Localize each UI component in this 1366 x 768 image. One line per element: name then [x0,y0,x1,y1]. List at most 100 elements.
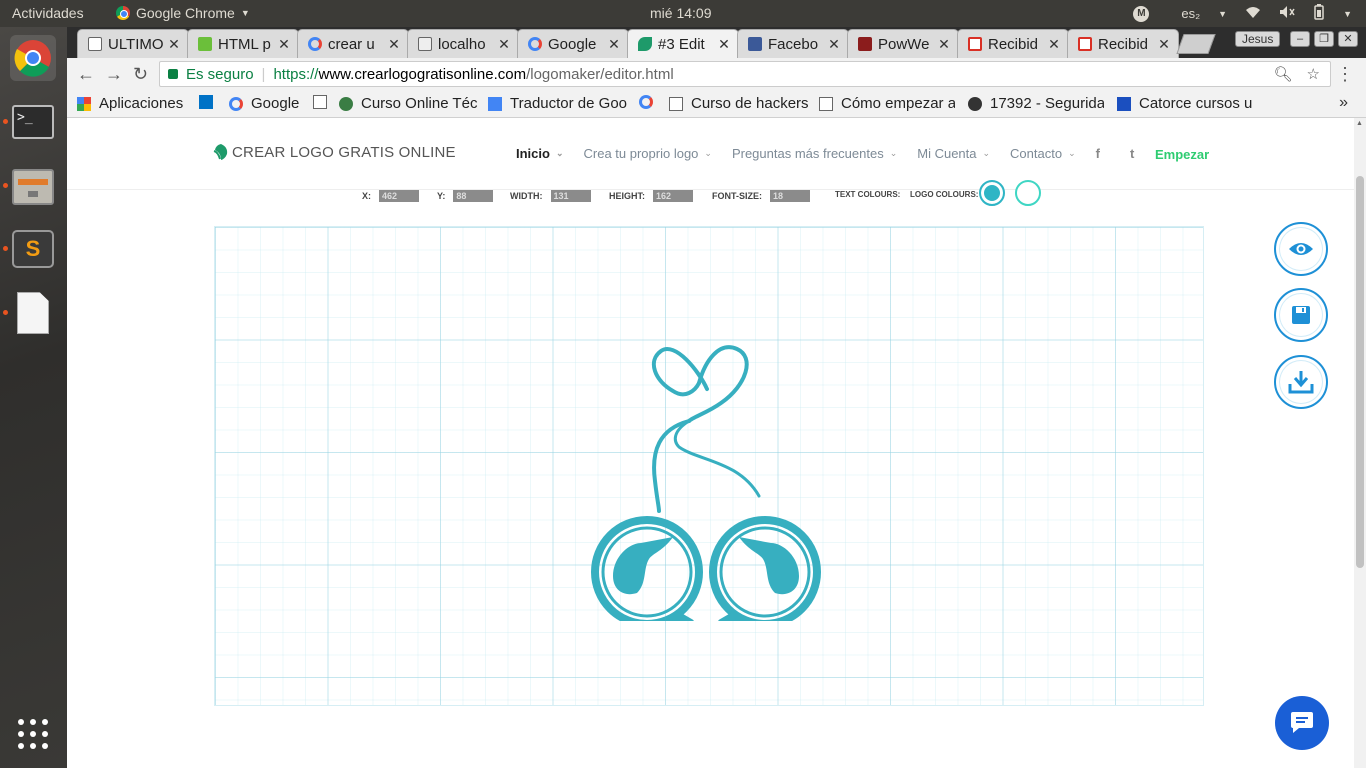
address-bar[interactable]: Es seguro | https://www.crearlogogratiso… [159,61,1331,87]
bookmark-item[interactable]: Cómo empezar a [819,95,955,112]
keyboard-layout[interactable]: es₂ [1181,6,1200,21]
text-editor-launcher-icon[interactable] [10,290,56,336]
reload-icon[interactable]: ↻ [133,64,148,85]
leaf-icon [213,144,228,160]
chat-button[interactable] [1275,696,1329,750]
minimize-button[interactable]: – [1290,31,1310,47]
avatar[interactable]: M [1133,5,1150,22]
tab[interactable]: crear u ✕ [297,29,409,58]
nav-item-contacto[interactable]: Contacto ⌄ [1010,146,1076,161]
width-input[interactable]: 131 [550,190,591,202]
nav-item-preguntas[interactable]: Preguntas más frecuentes ⌄ [732,146,897,161]
back-icon[interactable]: ← [77,64,95,85]
x-input[interactable]: 462 [379,190,419,202]
terminal-launcher-icon[interactable]: >_ [10,99,56,145]
scroll-up-icon[interactable]: ▲ [1356,120,1363,127]
colour-swatch-white[interactable] [1015,180,1041,206]
bookmark-item[interactable]: Curso de hackers [669,95,809,112]
bookmark-item[interactable] [313,95,331,109]
preview-button[interactable] [1274,222,1328,276]
bookmark-item[interactable]: Catorce cursos u [1117,95,1257,112]
bookmark-item[interactable]: Curso Online Téc [339,95,479,112]
gmail-icon [1078,37,1092,51]
tab[interactable]: localho ✕ [407,29,519,58]
close-icon[interactable]: ✕ [166,36,182,53]
facebook-icon [748,37,762,51]
close-icon[interactable]: ✕ [716,36,732,53]
empezar-button[interactable]: Empezar [1155,147,1209,162]
profile-button[interactable]: Jesus [1235,31,1281,47]
chevron-down-icon: ⌄ [555,148,564,158]
close-icon[interactable]: ✕ [1046,36,1062,53]
bookmark-item[interactable]: 17392 - Segurida [968,95,1104,112]
nav-item-inicio[interactable]: Inicio ⌄ [516,146,564,161]
chevron-down-icon: ⌄ [704,148,712,158]
bookmark-item[interactable] [639,95,657,109]
menu-icon[interactable]: ⋮ [1336,64,1354,85]
tab[interactable]: Google ✕ [517,29,629,58]
clock[interactable]: mié 14:09 [650,5,711,21]
site-logo[interactable]: CREAR LOGO GRATIS ONLINE [212,143,456,161]
close-icon[interactable]: ✕ [1156,36,1172,53]
translate-icon [488,96,502,111]
app-menu[interactable]: Google Chrome ▼ [116,5,250,21]
facebook-icon[interactable]: f [1096,146,1100,161]
divider: | [261,65,266,83]
system-tray[interactable]: M es₂ ▼ ▼ [1133,4,1352,23]
sublime-launcher-icon[interactable]: S [10,226,56,272]
close-window-button[interactable]: ✕ [1338,31,1358,47]
nav-item-cuenta[interactable]: Mi Cuenta ⌄ [917,146,990,161]
zoom-icon[interactable]: 🔍︎ [1274,65,1293,83]
maximize-button[interactable]: ❐ [1314,31,1334,47]
doc-icon [669,96,683,111]
twitter-icon[interactable]: t [1130,146,1134,161]
chevron-down-icon: ▼ [1218,8,1228,19]
at-icon [968,96,982,111]
bookmark-item[interactable]: Google [229,95,309,112]
height-input[interactable]: 162 [653,190,693,202]
forward-icon[interactable]: → [105,64,123,85]
tab[interactable]: Recibid ✕ [957,29,1069,58]
download-button[interactable] [1274,355,1328,409]
save-button[interactable] [1274,288,1328,342]
prop-y: Y: 88 [437,190,494,202]
chevron-down-icon: ⌄ [1068,148,1076,158]
close-icon[interactable]: ✕ [386,36,402,53]
tab[interactable]: Facebo ✕ [737,29,849,58]
close-icon[interactable]: ✕ [496,36,512,53]
chrome-icon [116,6,130,20]
app-name: Google Chrome [136,5,235,21]
close-icon[interactable]: ✕ [936,36,952,53]
os-top-bar: Actividades Google Chrome ▼ mié 14:09 M … [0,0,1366,27]
close-icon[interactable]: ✕ [276,36,292,53]
close-icon[interactable]: ✕ [606,36,622,53]
properties-bar: X: 462 Y: 88 WIDTH: 131 HEIGHT: 162 FONT… [67,180,1354,214]
colour-swatch-teal[interactable] [979,180,1005,206]
scrollbar-thumb[interactable] [1356,176,1364,568]
y-input[interactable]: 88 [453,190,494,202]
bookmark-item[interactable]: Traductor de Goo [488,95,628,112]
doc-icon [819,96,833,111]
editor-canvas[interactable] [214,226,1204,706]
tab[interactable]: HTML p ✕ [187,29,299,58]
show-apps-icon[interactable] [10,711,56,757]
logo-artwork[interactable] [589,321,829,621]
star-icon[interactable]: ☆ [1307,65,1320,83]
tab[interactable]: Recibid ✕ [1067,29,1179,58]
chrome-launcher-icon[interactable] [10,35,56,81]
new-tab-button[interactable] [1176,34,1216,54]
tab[interactable]: ULTIMO ✕ [77,29,189,58]
tab[interactable]: PowWe ✕ [847,29,959,58]
close-icon[interactable]: ✕ [826,36,842,53]
chevron-down-icon: ⌄ [889,148,898,158]
font-size-input[interactable]: 18 [770,190,810,202]
tab-active[interactable]: #3 Edit ✕ [627,29,739,58]
globe-icon [339,96,353,111]
page-scrollbar[interactable]: ▲ [1354,118,1366,768]
more-bookmarks-button[interactable]: » [1339,94,1348,112]
bookmark-item[interactable]: Aplicaciones [77,95,197,112]
files-launcher-icon[interactable] [10,163,56,209]
activities-button[interactable]: Actividades [12,5,84,21]
nav-item-crea[interactable]: Crea tu proprio logo ⌄ [584,146,712,161]
running-indicator [3,310,8,315]
